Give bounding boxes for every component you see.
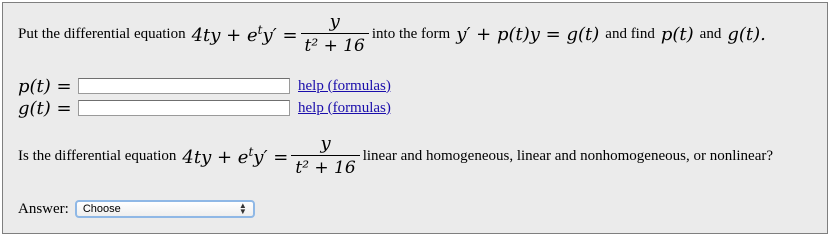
q1-p-label-text: p(t) <box>660 23 694 45</box>
answer-row: Answer: Choose ▲ ▼ <box>18 199 255 219</box>
q2-eq-lhs-b: y′ = <box>253 146 289 168</box>
q2-eq-lhs: 4ty + e <box>182 146 249 168</box>
select-updown-icon: ▲ ▼ <box>238 201 247 216</box>
g-label: g(t) = <box>18 98 76 119</box>
q1-and-find: and find <box>605 25 655 42</box>
q2-frac-num: y <box>320 132 331 154</box>
question-1: Put the differential equation 4ty + ety′… <box>18 12 766 56</box>
q1-g-label: g(t). <box>727 24 766 45</box>
q1-p-label: p(t) <box>661 24 694 45</box>
p-input[interactable] <box>78 78 290 94</box>
q1-g-label-text: g(t). <box>727 23 766 45</box>
q2-prefix: Is the differential equation <box>18 147 177 164</box>
q1-fraction: y t² + 16 <box>300 10 369 56</box>
answer-select[interactable]: Choose ▲ ▼ <box>74 200 255 218</box>
q2-equation: 4ty + ety′ = <box>182 145 288 168</box>
g-help-link[interactable]: help (formulas) <box>298 100 391 117</box>
g-input[interactable] <box>78 100 290 116</box>
p-label: p(t) = <box>18 76 76 97</box>
answer-label: Answer: <box>18 200 69 217</box>
q1-frac-den: t² + 16 <box>304 35 365 56</box>
q1-target-form-text: y′ + p(t)y = g(t) <box>456 23 600 45</box>
g-label-text: g(t) = <box>18 97 72 119</box>
question-2: Is the differential equation 4ty + ety′ … <box>18 134 773 178</box>
p-label-text: p(t) = <box>18 75 72 97</box>
answer-select-value: Choose <box>82 203 121 215</box>
p-answer-row: p(t) = help (formulas) <box>18 76 391 97</box>
q1-target-form: y′ + p(t)y = g(t) <box>456 24 599 45</box>
q1-middle: into the form <box>371 25 451 42</box>
q1-prefix: Put the differential equation <box>18 25 186 42</box>
q1-eq-lhs: 4ty + e <box>191 24 258 46</box>
q2-suffix: linear and homogeneous, linear and nonho… <box>362 147 773 164</box>
g-answer-row: g(t) = help (formulas) <box>18 98 391 119</box>
p-help-link[interactable]: help (formulas) <box>298 78 391 95</box>
q2-fraction: y t² + 16 <box>291 132 360 178</box>
q1-frac-num: y <box>329 10 340 32</box>
q1-and: and <box>699 25 722 42</box>
q1-eq-lhs-b: y′ = <box>262 24 298 46</box>
q2-frac-den: t² + 16 <box>295 157 356 178</box>
q1-equation: 4ty + ety′ = <box>192 23 298 46</box>
